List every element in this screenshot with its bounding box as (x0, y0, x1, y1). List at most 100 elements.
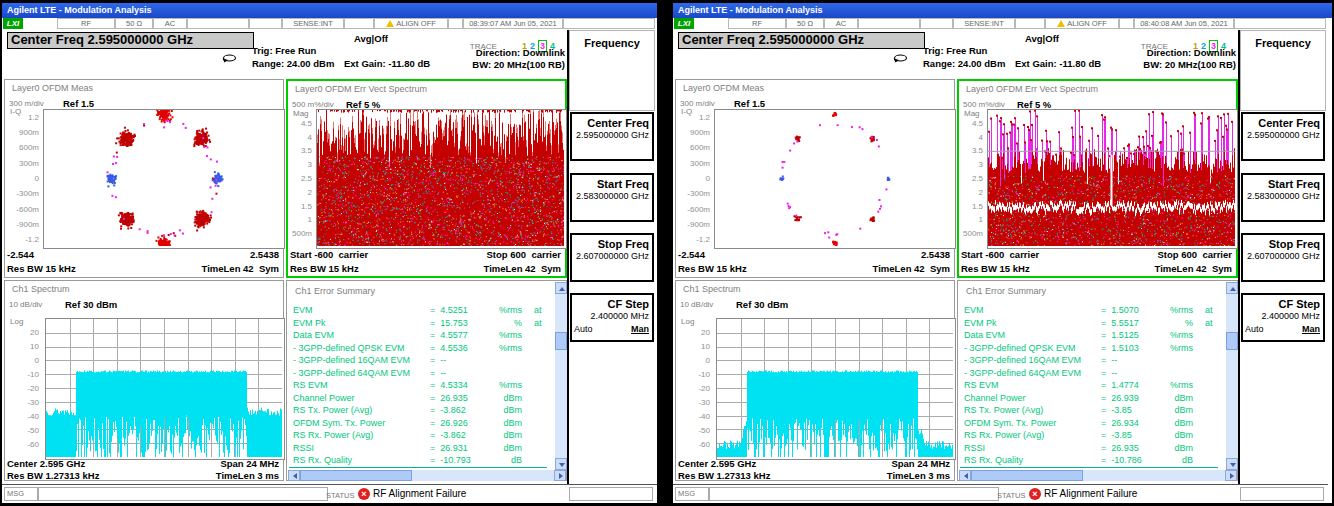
softkey-value: 2.607000000 GHz (574, 251, 649, 261)
start-carrier-label: Start -600 carrier (290, 249, 368, 260)
metric-unit: %rms (480, 330, 522, 340)
sweep-loop-icon (893, 54, 908, 63)
vertical-scroll-thumb[interactable] (555, 332, 567, 350)
scroll-down-button[interactable] (1226, 458, 1238, 470)
error-summary-row: RS Rx. Power (Avg)= -3.85dBm (964, 430, 1222, 443)
status-cell-empty (448, 18, 463, 29)
window-titlebar[interactable]: Agilent LTE - Modulation Analysis (673, 3, 1332, 18)
metric-name: RSSI (964, 443, 1101, 453)
scroll-down-button[interactable] (555, 458, 567, 470)
softkey-stop-freq[interactable]: Stop Freq 2.607000000 GHz (1241, 233, 1325, 282)
softkey-label: Start Freq (1245, 178, 1320, 190)
metric-unit: %rms (480, 380, 522, 390)
scale-per-div: 500 m%/div (963, 100, 1005, 109)
constellation-window[interactable]: Layer0 OFDM Meas 300 m/div Ref 1.5 I-Q -… (4, 79, 284, 278)
metric-unit: %rms (480, 343, 522, 353)
lxi-badge: LXI (674, 18, 694, 29)
ch1-spectrum-window[interactable]: Ch1 Spectrum 10 dB/div Ref 30 dBm Log Ce… (4, 280, 284, 481)
ext-gain-readout: Ext Gain: -11.80 dB (344, 58, 430, 69)
stop-carrier-label: Stop 600 carrier (1158, 249, 1232, 260)
vertical-scroll-thumb[interactable] (1226, 332, 1238, 350)
y-tick-label: 2 (289, 188, 312, 197)
error-summary-window[interactable]: Ch1 Error Summary EVM= 4.5251%rmsatEVM P… (286, 280, 567, 481)
error-summary-row: RS EVM= 1.4774%rms (964, 380, 1222, 393)
horizontal-scrollbar[interactable] (959, 470, 1237, 481)
metric-name: Channel Power (964, 393, 1101, 403)
metric-unit: dBm (1151, 405, 1193, 415)
scroll-right-button[interactable] (1225, 470, 1237, 481)
status-cell-empty (187, 18, 249, 29)
align-warning: ALIGN OFF (1045, 18, 1119, 29)
cf-step-auto[interactable]: Auto (574, 324, 593, 334)
analyzer-window-1: Agilent LTE - Modulation Analysis LXI RF… (2, 3, 657, 503)
evm-spectrum-window-selected[interactable]: Layer0 OFDM Err Vect Spectrum 500 m%/div… (957, 79, 1238, 278)
y-tick-label: 0 (677, 174, 710, 183)
y-tick-label: 900m (6, 128, 39, 137)
ref-level: Ref 1.5 (63, 98, 94, 109)
scroll-left-button[interactable] (959, 470, 971, 481)
rf-indicator: RF (728, 18, 786, 29)
metric-name: - 3GPP-defined QPSK EVM (293, 343, 430, 353)
y-tick-label: -20 (6, 384, 39, 393)
scroll-up-button[interactable] (1226, 282, 1238, 294)
avg-readout: Avg|Off (1025, 33, 1059, 44)
cf-step-auto[interactable]: Auto (1245, 324, 1264, 334)
softkey-stop-freq[interactable]: Stop Freq 2.607000000 GHz (570, 233, 654, 282)
summary-separator (960, 467, 1218, 468)
evm-spectrum-window-selected[interactable]: Layer0 OFDM Err Vect Spectrum 500 m%/div… (286, 79, 567, 278)
metric-value: = 26.931 (430, 443, 480, 453)
softkey-cf-step[interactable]: CF Step 2.400000 MHz AutoMan (1241, 293, 1325, 342)
y-tick-label: -600m (677, 205, 710, 214)
scroll-right-button[interactable] (554, 470, 566, 481)
metric-unit: dBm (480, 430, 522, 440)
ch1-spectrum-window[interactable]: Ch1 Spectrum 10 dB/div Ref 30 dBm Log Ce… (675, 280, 955, 481)
constellation-window[interactable]: Layer0 OFDM Meas 300 m/div Ref 1.5 I-Q -… (675, 79, 955, 278)
metric-name: EVM (964, 305, 1101, 315)
softkey-start-freq[interactable]: Start Freq 2.583000000 GHz (570, 173, 654, 222)
softkey-value: 2.583000000 GHz (1245, 191, 1320, 201)
y-tick-label: -20 (677, 384, 710, 393)
active-function-readout: Center Freq 2.595000000 GHz (7, 32, 254, 49)
status-cell-empty (858, 18, 920, 29)
window-titlebar[interactable]: Agilent LTE - Modulation Analysis (2, 3, 657, 18)
msg-label: MSG (675, 487, 709, 501)
error-summary-window[interactable]: Ch1 Error Summary EVM= 1.5070%rmsatEVM P… (957, 280, 1238, 481)
metric-name: - 3GPP-defined 16QAM EVM (964, 355, 1101, 365)
timelen-label: TimeLen 42 Sym (484, 263, 561, 274)
softkey-center-freq[interactable]: Center Freq 2.595000000 GHz (570, 112, 654, 161)
res-bw-label: Res BW 15 kHz (290, 263, 359, 274)
scroll-up-button[interactable] (555, 282, 567, 294)
y-tick-label: 1.5 (289, 202, 312, 211)
error-summary-row: OFDM Sym. Tx. Power= 26.934dBm (964, 418, 1222, 431)
datetime: 08:40:08 AM Jun 05, 2021 (1134, 18, 1234, 29)
error-summary-row: Channel Power= 26.939dBm (964, 393, 1222, 406)
cf-step-man[interactable]: Man (631, 324, 649, 334)
vertical-scrollbar[interactable] (1226, 282, 1238, 470)
metric-name: OFDM Sym. Tx. Power (964, 418, 1101, 428)
cf-step-man[interactable]: Man (1302, 324, 1320, 334)
vertical-scrollbar[interactable] (555, 282, 567, 470)
y-tick-label: 2 (960, 188, 983, 197)
horizontal-scroll-thumb[interactable] (300, 470, 412, 481)
horizontal-scroll-thumb[interactable] (971, 470, 1083, 481)
metric-unit: dBm (1151, 430, 1193, 440)
evm-spectrum-plot (987, 109, 1238, 249)
align-warning-label: ALIGN OFF (396, 19, 436, 28)
y-tick-label: 1.5 (960, 202, 983, 211)
softkey-cf-step[interactable]: CF Step 2.400000 MHz AutoMan (570, 293, 654, 342)
metric-unit: %rms (1151, 343, 1193, 353)
horizontal-scrollbar[interactable] (288, 470, 566, 481)
metric-unit: dBm (480, 393, 522, 403)
instrument-status-strip: LXI RF 50 Ω AC SENSE:INT ALIGN OFF 08:39… (2, 18, 657, 31)
scroll-left-button[interactable] (288, 470, 300, 481)
softkey-center-freq[interactable]: Center Freq 2.595000000 GHz (1241, 112, 1325, 161)
timelen-label: TimeLen 3 ms (887, 470, 950, 481)
status-cell-empty (344, 18, 374, 29)
y-tick-label: 3.5 (289, 146, 312, 155)
metric-value: = 4.5334 (430, 380, 480, 390)
lxi-badge: LXI (3, 18, 23, 29)
menu-title: Frequency (1240, 37, 1326, 49)
y-tick-label: 3 (960, 160, 983, 169)
y-tick-label: -40 (677, 412, 710, 421)
softkey-start-freq[interactable]: Start Freq 2.583000000 GHz (1241, 173, 1325, 222)
